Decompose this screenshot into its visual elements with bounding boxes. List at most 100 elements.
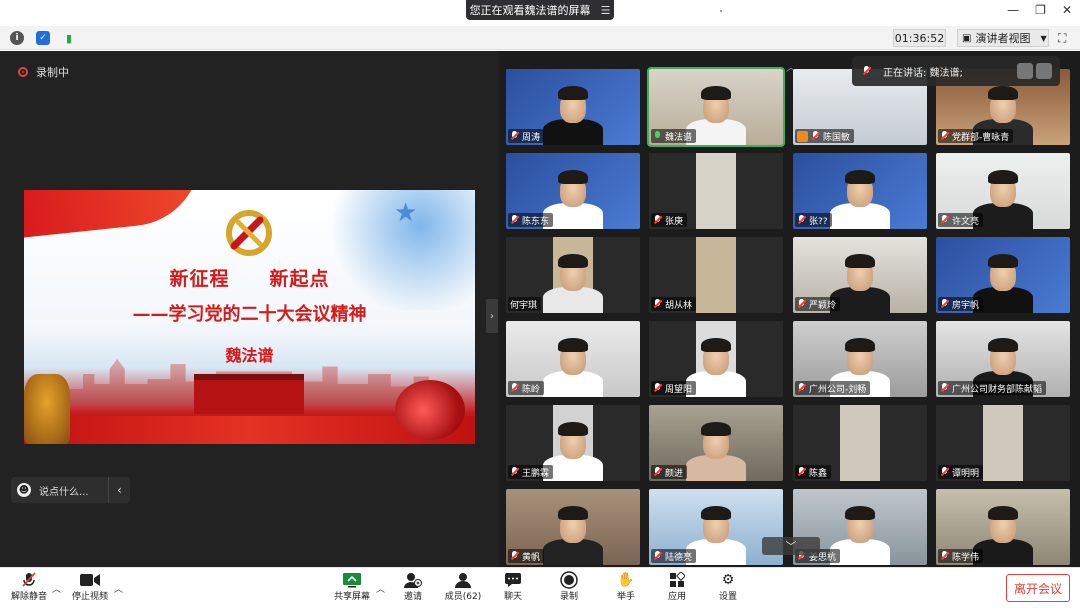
participant-tile[interactable]: 广州公司财务部陈献韬	[936, 321, 1070, 397]
raise-hand-button[interactable]: ✋ 举手	[601, 571, 651, 602]
caret-up-icon[interactable]: ︿	[52, 582, 61, 595]
participant-name: 何宇琪	[510, 300, 538, 311]
stop-video-button[interactable]: 停止视频	[65, 571, 115, 602]
participant-hair	[558, 86, 588, 100]
participant-tile[interactable]: 陈鑫	[793, 405, 927, 481]
restore-icon[interactable]: ❐	[1035, 3, 1046, 17]
chat-input-box[interactable]: ☻ 说点什么... ‹	[11, 477, 130, 503]
participant-hair	[558, 338, 588, 352]
fullscreen-icon[interactable]: ⛶	[1058, 31, 1066, 46]
participant-hair	[845, 254, 875, 268]
leave-meeting-button[interactable]: 离开会议	[1006, 574, 1070, 602]
participant-tile[interactable]: 房宇帆	[936, 237, 1070, 313]
participant-name: 党群部-曹咏青	[952, 132, 1010, 143]
participant-name-tag: 严颖玲	[795, 297, 841, 311]
participant-name: 颜进	[665, 468, 684, 479]
mic-muted-icon	[797, 383, 806, 393]
scroll-down-button[interactable]: ﹀	[762, 537, 820, 555]
mic-muted-icon	[940, 131, 949, 141]
window-controls: — ❐ ✕	[1007, 3, 1072, 17]
mic-muted-icon	[510, 215, 519, 225]
participant-name: 张庚	[665, 216, 684, 227]
participant-tile[interactable]: 何宇琪	[506, 237, 640, 313]
screen-share-banner[interactable]: 您正在观看魏法谱的屏幕 ☰	[466, 0, 614, 20]
chevron-left-icon[interactable]: ‹	[108, 477, 130, 503]
view-icon: ▣	[962, 32, 972, 44]
participant-name: 周望阳	[665, 384, 693, 395]
mic-muted-icon	[940, 215, 949, 225]
participant-tile[interactable]: 胡从林	[649, 237, 783, 313]
emoji-icon[interactable]: ☻	[17, 483, 31, 497]
caret-up-icon[interactable]: ︿	[376, 582, 385, 595]
apps-button[interactable]: 应用	[652, 571, 702, 602]
mic-muted-icon	[510, 551, 519, 561]
participant-name: 周涛	[522, 132, 541, 143]
settings-button[interactable]: ⚙ 设置	[703, 571, 753, 602]
participant-tile[interactable]: 陈学伟	[936, 489, 1070, 565]
participant-hair	[701, 338, 731, 352]
participant-tile[interactable]: 严颖玲	[793, 237, 927, 313]
mic-muted-icon	[653, 215, 662, 225]
participant-hair	[988, 506, 1018, 520]
chat-button[interactable]: 聊天	[488, 571, 538, 602]
participant-tile[interactable]: 广州公司-刘畅	[793, 321, 927, 397]
unmute-button[interactable]: 解除静音	[4, 571, 54, 602]
participant-tile[interactable]: 周涛	[506, 69, 640, 145]
participant-tile[interactable]: 王鹏霖	[506, 405, 640, 481]
mic-muted-icon	[797, 467, 806, 477]
participant-name-tag: 陈岭	[508, 381, 545, 395]
avatar-icon	[797, 130, 808, 142]
add-person-icon	[403, 571, 423, 589]
participant-tile[interactable]: 周望阳	[649, 321, 783, 397]
participant-tile[interactable]: 陈东东	[506, 153, 640, 229]
participant-name-tag: 许文亮	[938, 213, 984, 227]
caret-up-icon[interactable]: ︿	[114, 582, 123, 595]
participant-tile[interactable]: 陈岭	[506, 321, 640, 397]
star-icon: ★	[394, 198, 418, 228]
participant-tile[interactable]: 许文亮	[936, 153, 1070, 229]
presenter-view-dropdown[interactable]: ▣ 演讲者视图 ▼	[957, 29, 1049, 47]
participant-tile[interactable]: 谭明明	[936, 405, 1070, 481]
participant-name-tag: 周涛	[508, 129, 545, 143]
participant-gallery: ︿ 周涛 魏法谱 陈国敏 党群部-曹咏青 陈东东 张庚 张?? 许文亮 何宇琪 胡从林 严颖玲 房宇帆…	[500, 51, 1080, 567]
mic-muted-icon	[811, 131, 820, 141]
menu-icon[interactable]: ☰	[601, 4, 611, 17]
info-icon[interactable]: i	[10, 31, 24, 45]
invite-button[interactable]: 邀请	[388, 571, 438, 602]
participant-name: 胡从林	[665, 300, 693, 311]
share-screen-button[interactable]: 共享屏幕	[327, 571, 377, 602]
participant-tile[interactable]: 张??	[793, 153, 927, 229]
members-button[interactable]: 成员(62)	[438, 571, 488, 602]
participant-name: 黄帆	[522, 552, 541, 563]
participant-tile[interactable]: 黄帆	[506, 489, 640, 565]
record-icon	[559, 571, 579, 589]
participant-tile[interactable]: 魏法谱	[647, 67, 785, 147]
participant-name: 陆德亮	[665, 552, 693, 563]
window-titlebar: 您正在观看魏法谱的屏幕 ☰ — ❐ ✕	[0, 0, 1080, 26]
chat-label: 聊天	[503, 592, 522, 602]
flag-ribbon	[24, 190, 208, 242]
hand-icon: ✋	[617, 572, 635, 588]
record-label: 录制	[559, 592, 578, 602]
chat-placeholder[interactable]: 说点什么...	[39, 483, 89, 498]
participant-name-tag: 党群部-曹咏青	[938, 129, 1014, 143]
close-icon[interactable]: ✕	[1062, 3, 1072, 17]
participant-name-tag: 陈东东	[508, 213, 554, 227]
members-label: 成员(62)	[444, 592, 482, 602]
participant-tile[interactable]: 颜进	[649, 405, 783, 481]
minimize-icon[interactable]: —	[1007, 3, 1019, 17]
shield-icon[interactable]: ✓	[36, 31, 50, 45]
participant-name: 魏法谱	[665, 132, 693, 143]
participant-hair	[988, 338, 1018, 352]
participant-name-tag: 广州公司财务部陈献韬	[938, 381, 1047, 395]
signal-icon[interactable]: ▮	[62, 31, 76, 45]
record-button[interactable]: 录制	[544, 571, 594, 602]
participant-tile[interactable]: 张庚	[649, 153, 783, 229]
participant-name: 谭明明	[952, 468, 980, 479]
participant-hair	[988, 254, 1018, 268]
collapse-gallery-button[interactable]: ›	[486, 299, 498, 333]
participant-hair	[701, 506, 731, 520]
participant-name-tag: 何宇琪	[508, 297, 542, 311]
participant-name-tag: 胡从林	[651, 297, 697, 311]
gear-icon: ⚙	[721, 572, 735, 588]
